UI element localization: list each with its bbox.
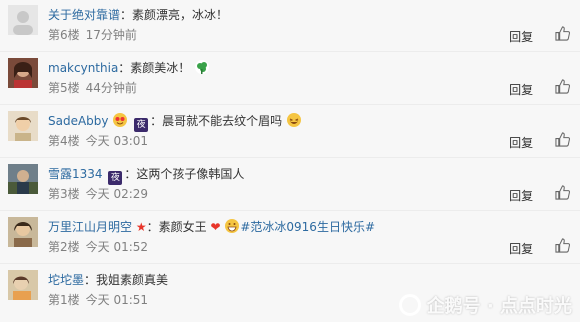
comment-time: 今天 01:51 xyxy=(85,293,149,307)
grinning-emoji-icon xyxy=(225,219,240,233)
reply-button[interactable]: 回复 xyxy=(509,136,533,150)
reply-button[interactable]: 回复 xyxy=(509,189,533,203)
member-badge-icon: 夜 xyxy=(108,171,123,185)
member-badge-icon: 夜 xyxy=(134,118,149,132)
comment-meta: 第1楼 今天 01:51 xyxy=(48,292,148,308)
comment-meta: 第6楼 17分钟前 xyxy=(48,27,137,43)
like-button[interactable] xyxy=(555,132,570,147)
comment-username[interactable]: 坨坨墨 xyxy=(48,273,84,287)
comment-content: makcynthia：素颜美冰！ xyxy=(48,59,574,77)
thumbs-up-icon xyxy=(555,79,570,94)
watermark-text: 企鹅号 · 点点时光 xyxy=(426,296,572,317)
watermark: 企鹅号 · 点点时光 xyxy=(398,292,572,318)
comment-content: 雪露1334 夜：这两个孩子像韩国人 xyxy=(48,165,574,185)
comment-floor: 第3楼 xyxy=(48,187,80,201)
avatar[interactable] xyxy=(8,5,38,35)
comment-item: 关于绝对靠谱：素颜漂亮，冰冰！ 第6楼 17分钟前 回复 xyxy=(0,0,580,52)
reply-button[interactable]: 回复 xyxy=(509,30,533,44)
thumbs-up-icon xyxy=(555,26,570,41)
avatar[interactable] xyxy=(8,111,38,141)
comment-username[interactable]: 雪露1334 xyxy=(48,167,103,181)
comment-floor: 第1楼 xyxy=(48,293,80,307)
comment-actions: 回复 xyxy=(509,132,570,151)
comment-meta: 第2楼 今天 01:52 xyxy=(48,239,148,255)
penguin-logo-icon xyxy=(398,294,421,316)
comment-meta: 第3楼 今天 02:29 xyxy=(48,186,148,202)
heart-eyes-emoji-icon xyxy=(113,113,128,127)
star-badge-icon: ★ xyxy=(135,220,147,234)
comment-actions: 回复 xyxy=(509,79,570,98)
like-button[interactable] xyxy=(555,238,570,253)
comment-floor: 第6楼 xyxy=(48,28,80,42)
comment-content: 万里江山月明空 ★：素颜女王 ❤ #范冰冰0916生日快乐# xyxy=(48,218,574,236)
reply-button[interactable]: 回复 xyxy=(509,83,533,97)
thumbs-up-icon xyxy=(555,132,570,147)
thumbs-up-icon xyxy=(555,185,570,200)
hashtag-link[interactable]: #范冰冰0916生日快乐# xyxy=(240,220,375,234)
reply-button[interactable]: 回复 xyxy=(509,242,533,256)
like-button[interactable] xyxy=(555,26,570,41)
like-button[interactable] xyxy=(555,185,570,200)
comment-text: ：素颜美冰！ xyxy=(118,61,191,75)
comment-content: 关于绝对靠谱：素颜漂亮，冰冰！ xyxy=(48,6,574,24)
comment-text: ：素颜女王 xyxy=(146,220,207,234)
comment-username[interactable]: 关于绝对靠谱 xyxy=(48,8,120,22)
comment-username[interactable]: SadeAbby xyxy=(48,114,109,128)
comment-floor: 第5楼 xyxy=(48,81,80,95)
laughing-emoji-icon xyxy=(287,113,302,127)
comment-actions: 回复 xyxy=(509,26,570,45)
comment-item: 雪露1334 夜：这两个孩子像韩国人 第3楼 今天 02:29 回复 xyxy=(0,159,580,211)
comment-item: makcynthia：素颜美冰！ 第5楼 44分钟前 回复 xyxy=(0,53,580,105)
avatar[interactable] xyxy=(8,270,38,300)
comment-time: 今天 02:29 xyxy=(85,187,149,201)
comment-time: 今天 03:01 xyxy=(85,134,149,148)
comment-meta: 第4楼 今天 03:01 xyxy=(48,133,148,149)
like-button[interactable] xyxy=(555,79,570,94)
comment-item: SadeAbby 夜：晨哥就不能去纹个眉吗 第4楼 今天 03:01 回复 xyxy=(0,106,580,158)
comment-floor: 第4楼 xyxy=(48,134,80,148)
thumbs-up-icon xyxy=(555,238,570,253)
comment-text: ：我姐素颜真美 xyxy=(84,273,169,287)
comment-text: ：这两个孩子像韩国人 xyxy=(124,167,245,181)
heart-icon: ❤ xyxy=(210,220,221,234)
comment-username[interactable]: makcynthia xyxy=(48,61,118,75)
comment-actions: 回复 xyxy=(509,185,570,204)
avatar[interactable] xyxy=(8,217,38,247)
comment-time: 17分钟前 xyxy=(85,28,137,42)
comment-username[interactable]: 万里江山月明空 xyxy=(48,220,132,234)
comment-content: SadeAbby 夜：晨哥就不能去纹个眉吗 xyxy=(48,112,574,132)
clover-emoji-icon xyxy=(195,60,210,74)
avatar[interactable] xyxy=(8,164,38,194)
comment-text: ：晨哥就不能去纹个眉吗 xyxy=(150,114,283,128)
comment-floor: 第2楼 xyxy=(48,240,80,254)
comment-meta: 第5楼 44分钟前 xyxy=(48,80,137,96)
comment-actions: 回复 xyxy=(509,238,570,257)
comment-content: 坨坨墨：我姐素颜真美 xyxy=(48,271,574,289)
comment-time: 44分钟前 xyxy=(85,81,137,95)
comment-time: 今天 01:52 xyxy=(85,240,149,254)
comment-text: ：素颜漂亮，冰冰！ xyxy=(120,8,229,22)
avatar[interactable] xyxy=(8,58,38,88)
comment-item: 万里江山月明空 ★：素颜女王 ❤ #范冰冰0916生日快乐# 第2楼 今天 01:… xyxy=(0,212,580,264)
